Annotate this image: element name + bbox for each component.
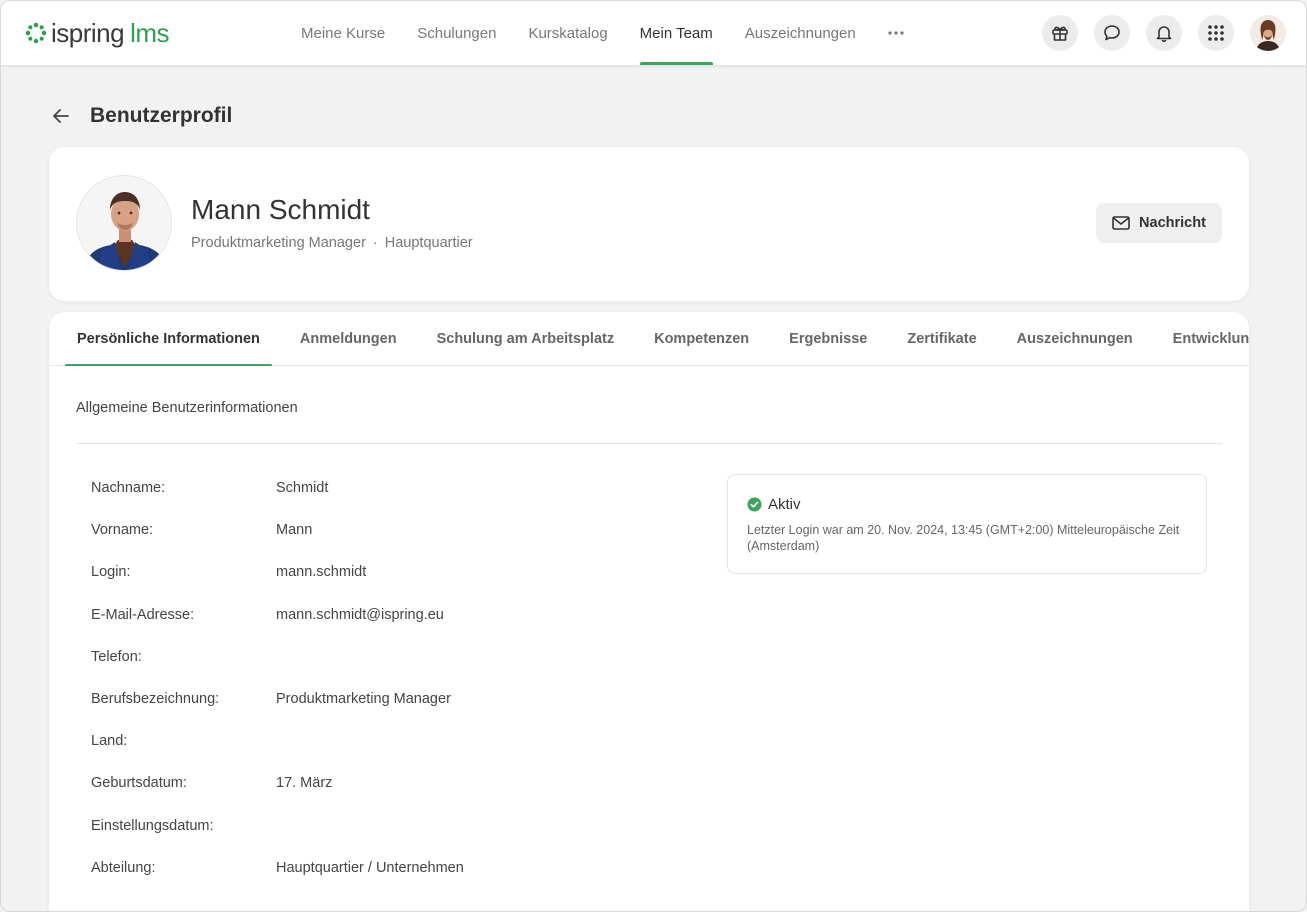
info-row-login: Login: mann.schmidt [91, 564, 691, 606]
field-label: Login: [91, 564, 131, 581]
info-row-geburtsdatum: Geburtsdatum: 17. März [91, 775, 691, 817]
profile-details-panel: Persönliche Informationen Anmeldungen Sc… [49, 312, 1249, 911]
chat-button[interactable] [1094, 15, 1130, 51]
field-value: Produktmarketing Manager [276, 690, 451, 707]
message-button-label: Nachricht [1139, 215, 1206, 231]
profile-department: Hauptquartier [384, 235, 473, 251]
info-row-email: E-Mail-Adresse: mann.schmidt@ispring.eu [91, 607, 691, 649]
top-navigation-bar: ispring lms Meine Kurse Schulungen Kurska… [1, 1, 1306, 66]
page-header: Benutzerprofil [49, 100, 232, 132]
tab-persoenliche-informationen[interactable]: Persönliche Informationen [65, 312, 272, 366]
status-card: Aktiv Letzter Login war am 20. Nov. 2024… [727, 474, 1207, 574]
main-nav: Meine Kurse Schulungen Kurskatalog Mein … [285, 1, 920, 65]
field-value: Schmidt [276, 480, 329, 496]
nav-item-auszeichnungen[interactable]: Auszeichnungen [729, 1, 872, 65]
check-circle-icon [747, 497, 762, 512]
field-label: Vorname: [91, 522, 154, 539]
section-divider [76, 443, 1222, 444]
field-label: Telefon: [91, 648, 142, 665]
gift-button[interactable] [1042, 15, 1078, 51]
profile-photo [77, 176, 171, 270]
field-value: Hauptquartier / Unternehmen [276, 859, 464, 876]
gift-icon [1052, 26, 1068, 41]
tab-zertifikate[interactable]: Zertifikate [895, 312, 988, 366]
field-label: Geburtsdatum: [91, 775, 187, 792]
mail-icon [1112, 216, 1130, 230]
field-label: Nachname: [91, 480, 166, 496]
tab-entwicklungsplaene[interactable]: Entwicklungspläne [1161, 312, 1249, 366]
info-row-berufsbezeichnung: Berufsbezeichnung: Produktmarketing Mana… [91, 691, 691, 733]
status-header: Aktiv [747, 496, 801, 513]
status-label: Aktiv [768, 496, 801, 513]
field-value: 17. März [276, 775, 333, 792]
info-row-vorname: Vorname: Mann [91, 522, 691, 564]
info-row-abteilung: Abteilung: Hauptquartier / Unternehmen [91, 860, 691, 902]
message-button[interactable]: Nachricht [1096, 203, 1222, 243]
user-info-list: Nachname: Schmidt Vorname: Mann Login: m… [91, 480, 691, 902]
profile-separator: · [372, 235, 378, 251]
tab-ergebnisse[interactable]: Ergebnisse [777, 312, 879, 366]
more-horizontal-icon [888, 31, 904, 35]
apps-button[interactable] [1198, 15, 1234, 51]
info-row-land: Land: [91, 733, 691, 775]
user-avatar-image [1250, 15, 1286, 51]
nav-item-meine-kurse[interactable]: Meine Kurse [285, 1, 401, 65]
field-label: Einstellungsdatum: [91, 817, 214, 834]
profile-tabs: Persönliche Informationen Anmeldungen Sc… [65, 312, 1249, 366]
back-button[interactable] [49, 104, 73, 128]
tab-schulung-am-arbeitsplatz[interactable]: Schulung am Arbeitsplatz [425, 312, 627, 366]
logo-text: ispring lms [51, 18, 170, 48]
bell-icon [1156, 26, 1172, 42]
info-row-telefon: Telefon: [91, 649, 691, 691]
field-label: E-Mail-Adresse: [91, 606, 195, 623]
field-value: mann.schmidt@ispring.eu [276, 606, 444, 623]
field-value: mann.schmidt [276, 564, 367, 581]
apps-grid-icon [1208, 25, 1224, 41]
profile-avatar [76, 175, 172, 271]
avatar[interactable] [1250, 15, 1286, 51]
field-label: Abteilung: [91, 859, 156, 876]
logo-main-text: ispring [51, 18, 125, 48]
profile-job-title: Produktmarketing Manager [191, 235, 366, 251]
profile-card: Mann Schmidt Produktmarketing Manager · … [49, 147, 1249, 301]
field-value: Mann [276, 522, 313, 539]
nav-more-button[interactable] [872, 1, 920, 65]
tab-auszeichnungen[interactable]: Auszeichnungen [1005, 312, 1145, 366]
notifications-button[interactable] [1146, 15, 1182, 51]
field-label: Land: [91, 733, 128, 750]
info-row-einstellungsdatum: Einstellungsdatum: [91, 818, 691, 860]
logo[interactable]: ispring lms [25, 18, 170, 48]
last-login-text: Letzter Login war am 20. Nov. 2024, 13:4… [747, 523, 1180, 553]
profile-subtitle: Produktmarketing Manager · Hauptquartier [191, 235, 473, 251]
chat-icon [1104, 25, 1120, 41]
nav-item-mein-team[interactable]: Mein Team [624, 1, 729, 65]
arrow-left-icon [53, 109, 69, 123]
page-title: Benutzerprofil [90, 104, 233, 127]
tab-kompetenzen[interactable]: Kompetenzen [642, 312, 761, 366]
app-window: ispring lms Meine Kurse Schulungen Kurska… [0, 0, 1307, 912]
section-title: Allgemeine Benutzerinformationen [76, 400, 298, 416]
tab-anmeldungen[interactable]: Anmeldungen [288, 312, 409, 366]
logo-mark-icon [25, 22, 47, 44]
nav-item-kurskatalog[interactable]: Kurskatalog [512, 1, 623, 65]
nav-item-schulungen[interactable]: Schulungen [401, 1, 512, 65]
profile-name: Mann Schmidt [191, 194, 370, 225]
info-row-nachname: Nachname: Schmidt [91, 480, 691, 522]
logo-accent-text: lms [130, 18, 170, 48]
header-actions [1042, 15, 1286, 51]
field-label: Berufsbezeichnung: [91, 690, 220, 707]
